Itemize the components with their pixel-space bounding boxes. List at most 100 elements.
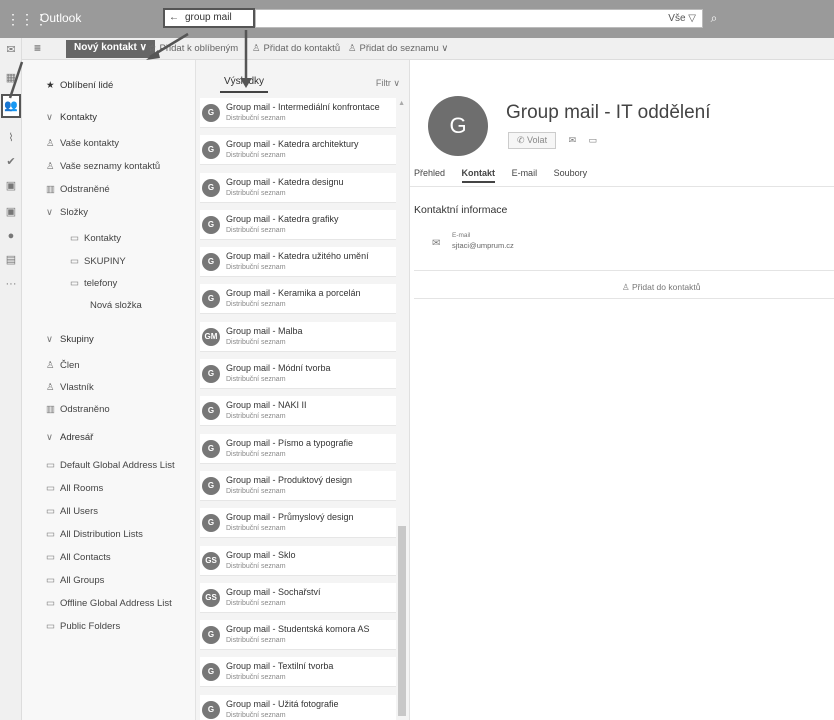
- result-item[interactable]: G Group mail - Textilní tvorba Distribuční…: [200, 657, 396, 688]
- result-item[interactable]: GS Group mail - Sklo Distribuční seznam: [200, 545, 396, 576]
- email-value[interactable]: sjtaci@umprum.cz: [452, 241, 514, 250]
- search-bar[interactable]: Vše ▽: [255, 9, 703, 28]
- groups-owner-item[interactable]: ♙ Vlastník: [46, 382, 94, 393]
- add-to-contacts-link[interactable]: ♙ Přidat do kontaktů: [622, 282, 701, 293]
- result-item[interactable]: G Group mail - Módní tvorba Distribuční se…: [200, 359, 396, 390]
- app-rail: ✉ ▦ 👥 ⌇ ✔ ▣ ▣ ● ▤ ···: [0, 38, 22, 720]
- mail-icon[interactable]: ✉: [569, 135, 577, 146]
- folder-icon: ▭: [46, 483, 55, 494]
- calendar-icon[interactable]: ▦: [3, 70, 19, 86]
- your-lists-item[interactable]: ♙ Vaše seznamy kontaktů: [46, 161, 160, 172]
- directory-item[interactable]: ▭ Offline Global Address List: [46, 598, 172, 609]
- directory-item[interactable]: ▭ All Groups: [46, 575, 104, 586]
- folder-contacts-item[interactable]: ▭ Kontakty: [70, 233, 121, 244]
- directory-section-header[interactable]: ∨ Adresář: [46, 432, 93, 443]
- person-icon: ♙: [46, 382, 55, 393]
- new-folder-link[interactable]: Nová složka: [90, 300, 142, 311]
- result-name: Group mail - Katedra designu: [226, 176, 344, 187]
- tab-files[interactable]: Soubory: [554, 168, 588, 181]
- directory-item[interactable]: ▭ All Contacts: [46, 552, 111, 563]
- result-item[interactable]: GM Group mail - Malba Distribuční seznam: [200, 321, 396, 352]
- person-icon: ♙: [46, 360, 55, 371]
- groups-member-item[interactable]: ♙ Člen: [46, 360, 80, 371]
- search-input[interactable]: ← group mail: [163, 8, 255, 28]
- result-name: Group mail - Katedra užitého umění: [226, 251, 369, 262]
- people-icon: ♙: [46, 161, 55, 172]
- folder-phones-item[interactable]: ▭ telefony: [70, 278, 117, 289]
- folders-item[interactable]: ∨ Složky: [46, 207, 88, 218]
- word-icon[interactable]: ▣: [3, 178, 19, 194]
- result-subtitle: Distribuční seznam: [226, 599, 286, 607]
- attach-icon[interactable]: ⌇: [3, 130, 19, 146]
- folder-groups-item[interactable]: ▭ SKUPINY: [70, 256, 126, 267]
- favorites-item[interactable]: ★ Oblíbení lidé: [46, 80, 113, 91]
- divider: [410, 186, 834, 187]
- results-scrollbar[interactable]: [398, 526, 406, 716]
- folder-icon: ▭: [70, 256, 79, 267]
- result-avatar: GS: [202, 551, 220, 570]
- search-value: group mail: [185, 12, 232, 23]
- result-item[interactable]: GS Group mail - Sochařství Distribuční sez…: [200, 582, 396, 613]
- new-contact-button[interactable]: Nový kontakt ∨: [66, 40, 155, 58]
- directory-item[interactable]: ▭ All Users: [46, 506, 98, 517]
- scroll-up-icon[interactable]: ▲: [398, 100, 405, 107]
- add-to-list-button[interactable]: ♙ Přidat do seznamu ∨: [348, 43, 448, 54]
- search-scope-dropdown[interactable]: Vše ▽: [668, 13, 696, 24]
- app-title[interactable]: Outlook: [40, 11, 81, 25]
- result-item[interactable]: G Group mail - NAKI II Distribuční seznam: [200, 396, 396, 427]
- tasks-icon[interactable]: ✔: [3, 154, 19, 170]
- result-item[interactable]: G Group mail - Užitá fotografie Distribučn…: [200, 694, 396, 720]
- result-avatar: G: [202, 215, 220, 234]
- tab-email[interactable]: E-mail: [512, 168, 538, 181]
- result-item[interactable]: G Group mail - Katedra užitého umění Distr…: [200, 247, 396, 278]
- result-item[interactable]: G Group mail - Studentská komora AS Distri…: [200, 620, 396, 651]
- trash-icon: ▥: [46, 184, 55, 195]
- directory-item[interactable]: ▭ All Distribution Lists: [46, 529, 143, 540]
- search-icon[interactable]: ⌕: [705, 9, 723, 27]
- contacts-section-header[interactable]: ∨ Kontakty: [46, 112, 97, 123]
- add-to-favorites-button[interactable]: ☆ Přidat k oblíbeným: [148, 43, 238, 54]
- results-list: G Group mail - Intermediální konfrontace D…: [200, 98, 396, 720]
- your-contacts-item[interactable]: ♙ Vaše kontakty: [46, 138, 119, 149]
- result-name: Group mail - Studentská komora AS: [226, 624, 370, 635]
- detail-tabs: Přehled Kontakt E-mail Soubory: [414, 168, 601, 183]
- filter-dropdown[interactable]: Filtr ∨: [376, 78, 400, 89]
- groups-deleted-item[interactable]: ▥ Odstraněno: [46, 404, 110, 415]
- result-item[interactable]: G Group mail - Katedra grafiky Distribuční…: [200, 209, 396, 240]
- result-name: Group mail - Intermediální konfrontace: [226, 102, 380, 112]
- tab-overview[interactable]: Přehled: [414, 168, 445, 181]
- result-item[interactable]: G Group mail - Produktový design Distribuč…: [200, 470, 396, 501]
- waffle-icon[interactable]: ⋮⋮⋮: [6, 8, 48, 30]
- tab-contact[interactable]: Kontakt: [461, 168, 496, 183]
- result-subtitle: Distribuční seznam: [226, 115, 286, 122]
- tab-results[interactable]: Výsledky: [220, 76, 269, 93]
- result-name: Group mail - Módní tvorba: [226, 363, 331, 374]
- onedrive-icon[interactable]: ▤: [3, 252, 19, 268]
- result-name: Group mail - NAKI II: [226, 400, 307, 411]
- result-item[interactable]: G Group mail - Katedra designu Distribuční…: [200, 172, 396, 203]
- more-apps-icon[interactable]: ···: [3, 276, 19, 292]
- add-to-contacts-button[interactable]: ♙ Přidat do kontaktů: [252, 43, 340, 54]
- hamburger-icon[interactable]: ≡: [34, 41, 41, 55]
- groups-section-header[interactable]: ∨ Skupiny: [46, 334, 94, 345]
- result-item[interactable]: G Group mail - Průmyslový design Distribuč…: [200, 508, 396, 539]
- powerpoint-icon[interactable]: ●: [3, 228, 19, 244]
- back-arrow-icon[interactable]: ←: [169, 12, 179, 23]
- mail-icon[interactable]: ✉: [3, 42, 19, 58]
- chat-icon[interactable]: ▭: [589, 135, 598, 146]
- excel-icon[interactable]: ▣: [3, 204, 19, 220]
- result-subtitle: Distribuční seznam: [226, 525, 286, 533]
- result-item[interactable]: G Group mail - Keramika a porcelán Distrib…: [200, 284, 396, 315]
- result-item[interactable]: G Group mail - Katedra architektury Distri…: [200, 135, 396, 166]
- directory-item[interactable]: ▭ Public Folders: [46, 621, 120, 632]
- result-avatar: G: [202, 253, 220, 272]
- result-item[interactable]: G Group mail - Písmo a typografie Distribu…: [200, 433, 396, 464]
- deleted-item[interactable]: ▥ Odstraněné: [46, 184, 110, 195]
- directory-item[interactable]: ▭ Default Global Address List: [46, 460, 175, 471]
- chevron-down-icon: ∨: [46, 334, 53, 345]
- result-avatar: GM: [202, 327, 220, 346]
- people-icon[interactable]: 👥: [1, 94, 21, 118]
- call-button[interactable]: ✆ Volat: [508, 132, 557, 149]
- directory-item[interactable]: ▭ All Rooms: [46, 483, 103, 494]
- result-item[interactable]: G Group mail - Intermediální konfrontace D…: [200, 98, 396, 128]
